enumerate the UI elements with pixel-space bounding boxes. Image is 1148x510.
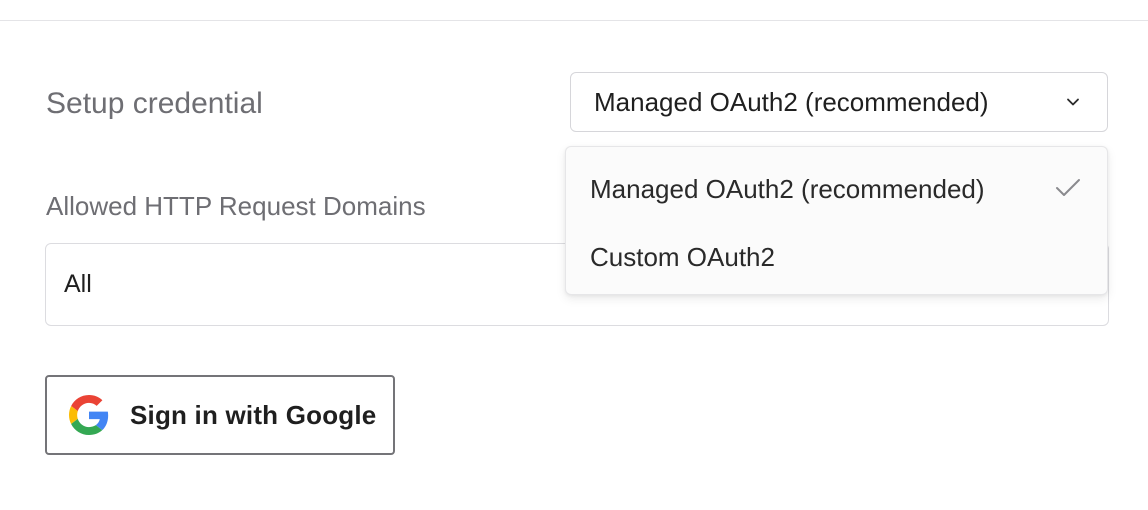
check-icon: [1056, 179, 1080, 196]
option-label: Custom OAuth2: [590, 241, 775, 272]
setup-credential-label: Setup credential: [46, 87, 263, 120]
option-custom-oauth2[interactable]: Custom OAuth2: [566, 225, 1107, 289]
setup-credential-select[interactable]: Managed OAuth2 (recommended): [570, 72, 1108, 132]
option-label: Managed OAuth2 (recommended): [590, 173, 985, 204]
sign-in-with-google-button[interactable]: Sign in with Google: [45, 375, 395, 455]
allowed-domains-label: Allowed HTTP Request Domains: [46, 191, 426, 221]
allowed-domains-value: All: [64, 270, 92, 298]
setup-credential-dropdown-menu: Managed OAuth2 (recommended) Custom OAut…: [565, 146, 1108, 295]
setup-credential-select-value: Managed OAuth2 (recommended): [594, 86, 989, 117]
credential-setup-panel: Setup credential Managed OAuth2 (recomme…: [0, 0, 1148, 510]
chevron-down-icon: [1067, 98, 1079, 106]
option-managed-oauth2[interactable]: Managed OAuth2 (recommended): [566, 157, 1107, 221]
top-divider: [0, 20, 1148, 21]
google-g-logo-icon: [69, 395, 109, 435]
sign-in-with-google-label: Sign in with Google: [130, 400, 377, 430]
